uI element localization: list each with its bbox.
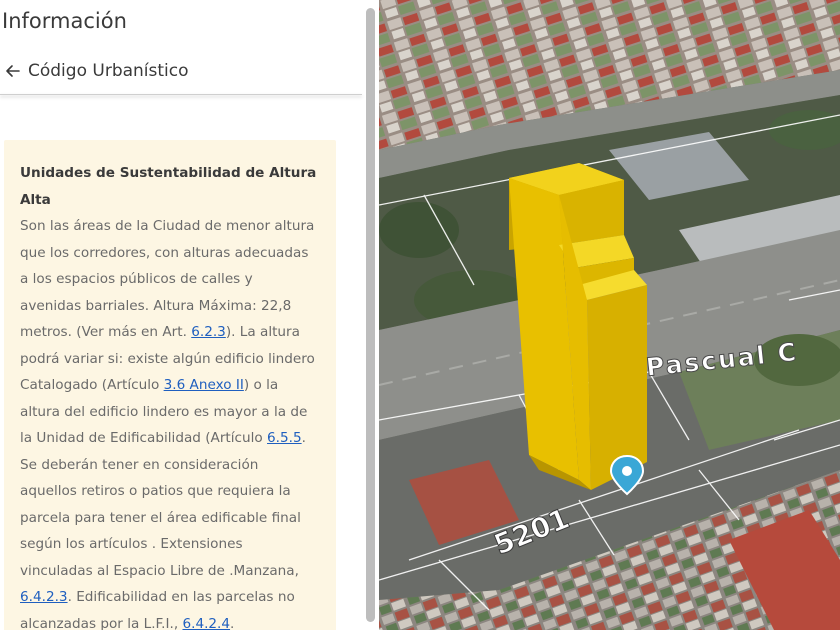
panel-title: Información bbox=[2, 9, 127, 33]
arrow-left-icon bbox=[6, 65, 20, 77]
map-view[interactable]: Pascual C 5201 bbox=[379, 0, 840, 630]
card-text: Se deberán tener en consideración bbox=[20, 456, 259, 473]
card-heading-line: Alta bbox=[20, 191, 51, 208]
card-text: avenidas barriales. Altura Máxima: 22,8 bbox=[20, 297, 292, 314]
card-text: Catalogado (Artículo bbox=[20, 377, 164, 393]
card-line: Son las áreas de la Ciudad de menor altu… bbox=[20, 213, 324, 240]
card-body: Son las áreas de la Ciudad de menor altu… bbox=[20, 213, 324, 630]
card-line: Se deberán tener en consideración bbox=[20, 452, 324, 479]
card-line: altura del edificio lindero es mayor a l… bbox=[20, 399, 324, 426]
card-line: aquellos retiros o patios que requiera l… bbox=[20, 478, 324, 505]
card-line: Catalogado (Artículo 3.6 Anexo II) o la bbox=[20, 372, 324, 399]
card-text: parcela para tener el área edificable fi… bbox=[20, 509, 301, 526]
card-line: que los corredores, con alturas adecuada… bbox=[20, 240, 324, 267]
article-link[interactable]: 6.5.5 bbox=[267, 430, 302, 446]
card-line: metros. (Ver más en Art. 6.2.3). La altu… bbox=[20, 319, 324, 346]
info-card: Unidades de Sustentabilidad de Altura Al… bbox=[4, 140, 336, 630]
card-line: alcanzadas por la L.F.I., 6.4.2.4. bbox=[20, 611, 324, 630]
card-text: podrá variar si: existe algún edificio l… bbox=[20, 350, 315, 367]
info-panel: Información Código Urbanístico Unidades … bbox=[0, 0, 365, 630]
card-text: la Unidad de Edificabilidad (Artículo bbox=[20, 430, 268, 446]
scrollbar-thumb[interactable] bbox=[366, 8, 375, 622]
card-line: la Unidad de Edificabilidad (Artículo 6.… bbox=[20, 425, 324, 452]
card-line: a los espacios públicos de calles y bbox=[20, 266, 324, 293]
card-line: según los artículos . Extensiones bbox=[20, 531, 324, 558]
article-link[interactable]: 3.6 Anexo II bbox=[164, 377, 244, 393]
map-canvas: Pascual C 5201 bbox=[379, 0, 840, 630]
card-heading: Unidades de Sustentabilidad de Altura Al… bbox=[20, 160, 324, 213]
card-text: Son las áreas de la Ciudad de menor altu… bbox=[20, 218, 315, 234]
card-line: 6.4.2.3. Edificabilidad en las parcelas … bbox=[20, 584, 324, 611]
back-button[interactable]: Código Urbanístico bbox=[4, 58, 189, 84]
card-line: podrá variar si: existe algún edificio l… bbox=[20, 346, 324, 373]
article-link[interactable]: 6.4.2.4 bbox=[182, 616, 230, 630]
article-link[interactable]: 6.4.2.3 bbox=[20, 589, 68, 605]
article-link[interactable]: 6.2.3 bbox=[191, 324, 226, 340]
card-heading-line: Unidades de Sustentabilidad de Altura bbox=[20, 165, 317, 181]
card-text: vinculadas al Espacio Libre de .Manzana, bbox=[20, 562, 299, 579]
card-text: según los artículos . Extensiones bbox=[20, 536, 243, 552]
map-trees bbox=[379, 202, 459, 258]
card-text: ) o la bbox=[243, 377, 279, 393]
card-text: que los corredores, con alturas adecuada… bbox=[20, 244, 309, 261]
card-text: . bbox=[301, 430, 306, 446]
card-line: avenidas barriales. Altura Máxima: 22,8 bbox=[20, 293, 324, 320]
card-text: . bbox=[230, 615, 235, 630]
card-text: ). La altura bbox=[225, 324, 300, 340]
header-divider bbox=[0, 94, 362, 95]
card-text: a los espacios públicos de calles y bbox=[20, 271, 253, 287]
back-label: Código Urbanístico bbox=[28, 61, 189, 81]
card-text: altura del edificio lindero es mayor a l… bbox=[20, 403, 308, 420]
card-text: aquellos retiros o patios que requiera l… bbox=[20, 483, 291, 499]
card-text: alcanzadas por la L.F.I., bbox=[20, 615, 183, 630]
card-text: metros. (Ver más en Art. bbox=[20, 324, 192, 340]
card-line: vinculadas al Espacio Libre de .Manzana, bbox=[20, 558, 324, 585]
card-text: . Edificabilidad en las parcelas no bbox=[67, 589, 295, 605]
card-line: parcela para tener el área edificable fi… bbox=[20, 505, 324, 532]
